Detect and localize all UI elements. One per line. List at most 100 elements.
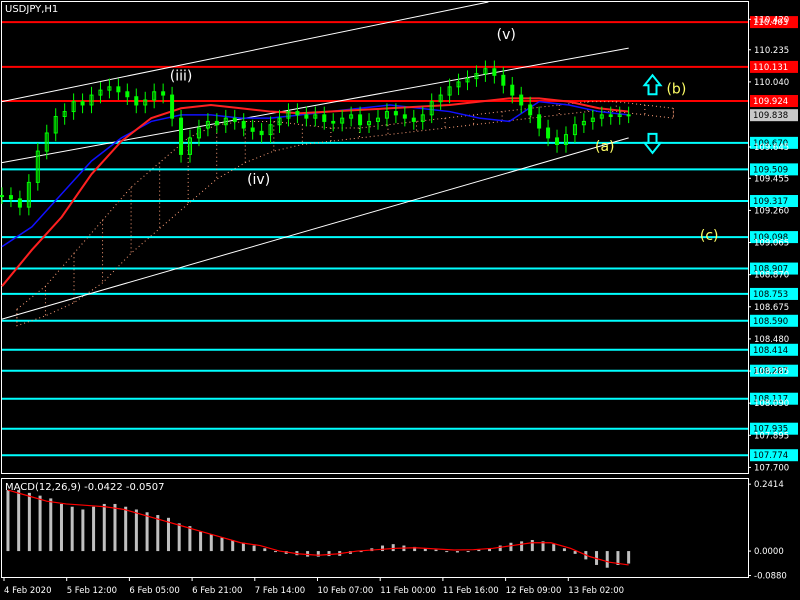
macd-histogram-bar [134, 509, 138, 552]
time-tick-label: 11 Feb 16:00 [443, 586, 499, 596]
price-candle-body [259, 130, 264, 136]
wave-label: (iii) [170, 68, 193, 84]
macd-histogram-bar [38, 495, 42, 552]
price-tick-label: 108.480 [754, 335, 789, 345]
resistance-level-tag-label: 109.924 [753, 97, 788, 107]
price-candle-body [214, 120, 219, 126]
channel-line [1, 137, 629, 320]
price-candle-body [161, 91, 166, 96]
macd-histogram-bar [81, 509, 85, 552]
price-candle-body [492, 68, 497, 76]
macd-histogram-bar [434, 549, 438, 552]
price-candle-body [232, 117, 237, 122]
macd-histogram-bar [156, 515, 160, 552]
macd-tick-label: 0.2414 [754, 480, 784, 490]
macd-histogram-bar [562, 548, 566, 552]
price-candle-body [179, 117, 184, 155]
price-candle-body [626, 114, 631, 117]
price-candle-body [608, 114, 613, 117]
macd-tick-label: 0.0000 [754, 547, 784, 557]
symbol-title: USDJPY,H1 [5, 4, 58, 15]
macd-histogram-bar [273, 551, 277, 553]
macd-histogram-bar [6, 490, 10, 552]
price-candle-body [322, 114, 327, 122]
price-tick-label: 109.260 [754, 206, 789, 216]
macd-histogram-bar [327, 551, 331, 557]
price-candle-body [80, 101, 85, 106]
macd-histogram-bar [263, 548, 267, 552]
price-candle-body [537, 114, 542, 129]
macd-histogram-bar [102, 503, 106, 552]
price-candle-body [116, 86, 121, 93]
price-candle-body [170, 94, 175, 119]
current-price-label: 109.838 [753, 111, 788, 121]
price-candle-body [555, 137, 560, 146]
resistance-level-tag-label: 110.131 [753, 63, 788, 73]
support-level-tag-label: 108.590 [753, 317, 788, 327]
macd-histogram-bar [188, 526, 192, 552]
price-tick-label: 108.870 [754, 271, 789, 281]
time-tick-label: 11 Feb 00:00 [380, 586, 436, 596]
macd-histogram-bar [220, 537, 224, 552]
wave-label: (iv) [247, 172, 270, 188]
macd-histogram-bar [391, 544, 395, 552]
macd-histogram-bar [455, 551, 459, 553]
price-tick-label: 107.700 [754, 463, 789, 473]
macd-histogram-bar [552, 544, 556, 552]
price-candle-body [241, 120, 246, 129]
price-candle-body [402, 114, 407, 119]
macd-histogram-bar [49, 498, 53, 552]
time-tick-label: 13 Feb 02:00 [568, 586, 624, 596]
price-candle-body [501, 74, 506, 86]
price-candle-body [0, 195, 4, 198]
arrow-up-icon [642, 73, 663, 96]
price-candle-body [546, 127, 551, 139]
macd-histogram-bar [520, 541, 524, 552]
macd-histogram-bar [573, 551, 577, 554]
macd-histogram-bar [27, 492, 31, 552]
wave-label: (b) [666, 81, 686, 97]
price-tick-label: 108.285 [754, 367, 789, 377]
price-tick-label: 110.235 [754, 46, 789, 56]
price-candle-body [125, 91, 130, 98]
time-tick-label: 7 Feb 14:00 [255, 586, 305, 596]
time-tick-label: 6 Feb 21:00 [192, 586, 242, 596]
price-candle-body [295, 111, 300, 116]
macd-histogram-bar [145, 512, 149, 552]
macd-histogram-bar [509, 542, 513, 552]
wave-label: (v) [497, 27, 516, 43]
chart-area[interactable]: 110.403110.131109.924109.670109.509109.3… [0, 0, 800, 600]
wave-label: (c) [700, 228, 719, 244]
macd-histogram-bar [231, 539, 235, 552]
macd-tick-label: -0.0880 [754, 571, 787, 581]
price-tick-label: 110.040 [754, 78, 789, 88]
support-level-tag-label: 108.414 [753, 346, 788, 356]
price-candle-body [8, 195, 13, 200]
price-candle-body [519, 94, 524, 106]
price-tick-label: 108.675 [754, 303, 789, 313]
macd-histogram-bar [241, 542, 245, 552]
macd-histogram-bar [445, 551, 449, 553]
macd-histogram-bar [177, 523, 181, 552]
macd-histogram-bar [498, 545, 502, 552]
macd-histogram-bar [59, 503, 63, 552]
macd-histogram-bar [530, 539, 534, 552]
macd-histogram-bar [209, 534, 213, 552]
macd-histogram-bar [381, 545, 385, 552]
support-level-tag-label: 108.753 [753, 290, 788, 300]
price-tick-label: 107.895 [754, 431, 789, 441]
ma-slow-line [1, 97, 629, 287]
price-candle-body [134, 96, 139, 106]
wave-label: (a) [595, 139, 615, 155]
price-candle-body [331, 120, 336, 124]
time-tick-label: 5 Feb 12:00 [67, 586, 117, 596]
time-tick-label: 10 Feb 07:00 [318, 586, 374, 596]
macd-histogram-bar [627, 551, 631, 564]
price-tick-label: 109.455 [754, 174, 789, 184]
price-candle-body [411, 117, 416, 122]
macd-label: MACD(12,26,9) -0.0422 -0.0507 [5, 482, 165, 493]
time-tick-label: 4 Feb 2020 [4, 586, 52, 596]
macd-histogram-bar [17, 490, 21, 552]
macd-histogram-bar [92, 506, 96, 552]
price-candle-body [510, 84, 515, 96]
